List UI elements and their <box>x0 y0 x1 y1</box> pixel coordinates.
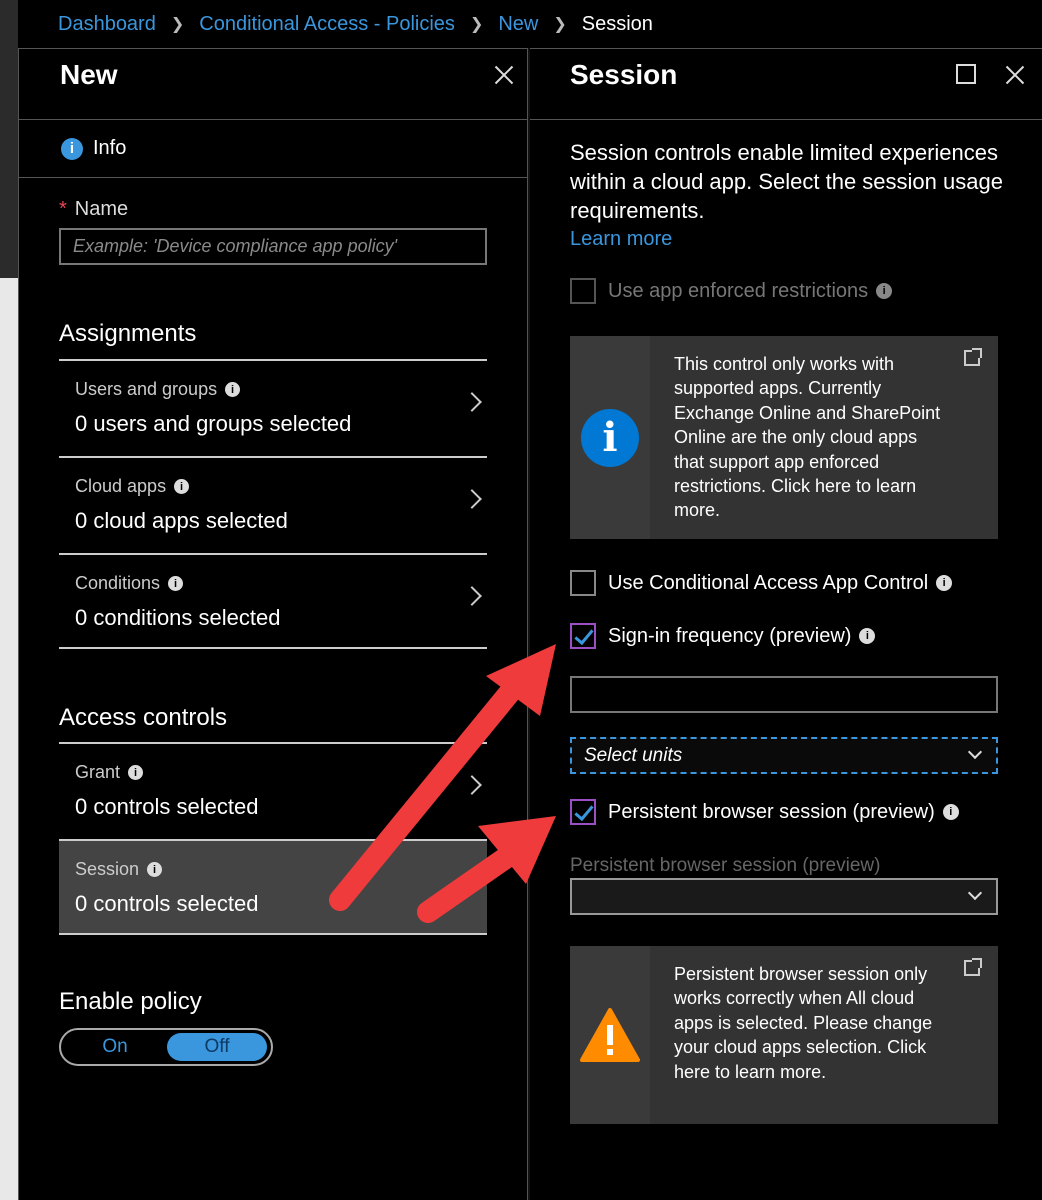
info-bar[interactable]: i Info <box>19 120 527 178</box>
info-callout[interactable]: i This control only works with supported… <box>570 336 998 539</box>
info-label: Info <box>93 137 127 159</box>
blade-title: New <box>60 59 118 90</box>
callout-text: This control only works with supported a… <box>674 354 941 521</box>
blade-title: Session <box>570 59 678 90</box>
enable-policy-toggle[interactable]: On Off <box>59 1028 273 1066</box>
session-item[interactable]: Session i 0 controls selected <box>59 839 487 935</box>
chevron-right-icon <box>462 489 482 509</box>
external-link-icon[interactable] <box>964 348 982 366</box>
name-input[interactable] <box>59 228 487 265</box>
item-label: Users and groups i <box>75 379 241 400</box>
checkbox[interactable] <box>570 799 596 825</box>
learn-more-link[interactable]: Learn more <box>570 228 672 251</box>
warning-icon <box>580 1008 640 1062</box>
item-value: 0 conditions selected <box>75 605 281 630</box>
required-asterisk: * <box>59 198 67 220</box>
chevron-down-icon <box>967 885 983 901</box>
grant-item[interactable]: Grant i 0 controls selected <box>59 742 487 838</box>
info-icon[interactable]: i <box>876 283 893 299</box>
info-icon[interactable]: i <box>128 765 144 780</box>
breadcrumb-dashboard[interactable]: Dashboard <box>58 13 156 36</box>
item-value: 0 users and groups selected <box>75 411 352 436</box>
info-icon[interactable]: i <box>147 862 163 877</box>
blade-header: Session <box>530 48 1042 120</box>
checkbox-label: Use Conditional Access App Control <box>608 571 929 594</box>
chevron-right-icon: ❯ <box>469 16 484 33</box>
item-value: 0 controls selected <box>75 891 259 916</box>
ca-app-control-checkbox[interactable]: Use Conditional Access App Control i <box>570 570 953 596</box>
chevron-right-icon <box>462 872 482 892</box>
name-label: * Name <box>59 198 129 220</box>
close-icon[interactable] <box>493 63 515 85</box>
warning-callout[interactable]: Persistent browser session only works co… <box>570 946 998 1124</box>
access-controls-heading: Access controls <box>59 704 228 731</box>
assignments-heading: Assignments <box>59 320 197 347</box>
checkbox[interactable] <box>570 623 596 649</box>
users-and-groups-item[interactable]: Users and groups i 0 users and groups sel… <box>59 359 487 455</box>
chevron-right-icon <box>462 775 482 795</box>
signin-frequency-value-input[interactable] <box>570 676 998 713</box>
cloud-apps-item[interactable]: Cloud apps i 0 cloud apps selected <box>59 456 487 552</box>
toggle-off-option[interactable]: Off <box>167 1033 267 1061</box>
enable-policy-heading: Enable policy <box>59 988 202 1015</box>
new-policy-blade: New i Info *Name Assignments Users and g… <box>18 48 528 1200</box>
checkbox-label: Use app enforced restrictions <box>608 279 869 302</box>
toggle-on-option[interactable]: On <box>65 1033 165 1061</box>
info-icon: i <box>581 408 639 467</box>
warning-callout-icon-panel <box>570 946 650 1124</box>
info-icon: i <box>61 137 83 160</box>
signin-frequency-checkbox[interactable]: Sign-in frequency (preview) i <box>570 623 876 649</box>
breadcrumb-current: Session <box>581 12 653 35</box>
background-strip <box>0 0 18 1200</box>
persistent-field-label: Persistent browser session (preview) <box>570 855 881 876</box>
chevron-right-icon <box>462 392 482 412</box>
app-enforced-restrictions-checkbox[interactable]: Use app enforced restrictions i <box>570 278 893 304</box>
close-icon[interactable] <box>1004 63 1026 85</box>
breadcrumb-new[interactable]: New <box>498 13 538 36</box>
chevron-right-icon <box>462 586 482 606</box>
breadcrumb: Dashboard ❯ Conditional Access - Policie… <box>18 0 1042 48</box>
session-blade: Session Session controls enable limited … <box>530 48 1042 1200</box>
item-label: Session i <box>75 859 163 880</box>
item-value: 0 cloud apps selected <box>75 508 288 533</box>
item-value: 0 controls selected <box>75 794 259 819</box>
persistent-browser-session-dropdown[interactable] <box>570 878 998 915</box>
info-icon[interactable]: i <box>225 382 241 397</box>
conditions-item[interactable]: Conditions i 0 conditions selected <box>59 553 487 649</box>
callout-text: Persistent browser session only works co… <box>674 964 933 1082</box>
select-units-dropdown[interactable]: Select units <box>570 737 998 774</box>
info-callout-icon-panel: i <box>570 336 650 539</box>
background-pane <box>0 278 18 1200</box>
blade-header: New <box>19 48 527 120</box>
persistent-browser-session-checkbox[interactable]: Persistent browser session (preview) i <box>570 799 959 825</box>
session-description: Session controls enable limited experien… <box>570 140 1003 223</box>
info-icon[interactable]: i <box>859 628 876 644</box>
item-label: Grant i <box>75 762 144 783</box>
info-icon[interactable]: i <box>174 479 190 494</box>
info-icon[interactable]: i <box>942 804 959 820</box>
info-icon[interactable]: i <box>936 575 953 591</box>
checkbox-label: Persistent browser session (preview) <box>608 800 935 823</box>
external-link-icon[interactable] <box>964 958 982 976</box>
checkbox[interactable] <box>570 278 596 304</box>
item-label: Cloud apps i <box>75 476 190 497</box>
chevron-right-icon: ❯ <box>170 16 185 33</box>
maximize-icon[interactable] <box>956 64 976 84</box>
item-label: Conditions i <box>75 573 184 594</box>
select-value: Select units <box>584 744 683 766</box>
breadcrumb-ca-policies[interactable]: Conditional Access - Policies <box>199 13 455 36</box>
chevron-down-icon <box>967 744 983 760</box>
info-icon[interactable]: i <box>168 576 184 591</box>
chevron-right-icon: ❯ <box>553 16 567 33</box>
checkbox-label: Sign-in frequency (preview) <box>608 624 852 647</box>
checkbox[interactable] <box>570 570 596 596</box>
